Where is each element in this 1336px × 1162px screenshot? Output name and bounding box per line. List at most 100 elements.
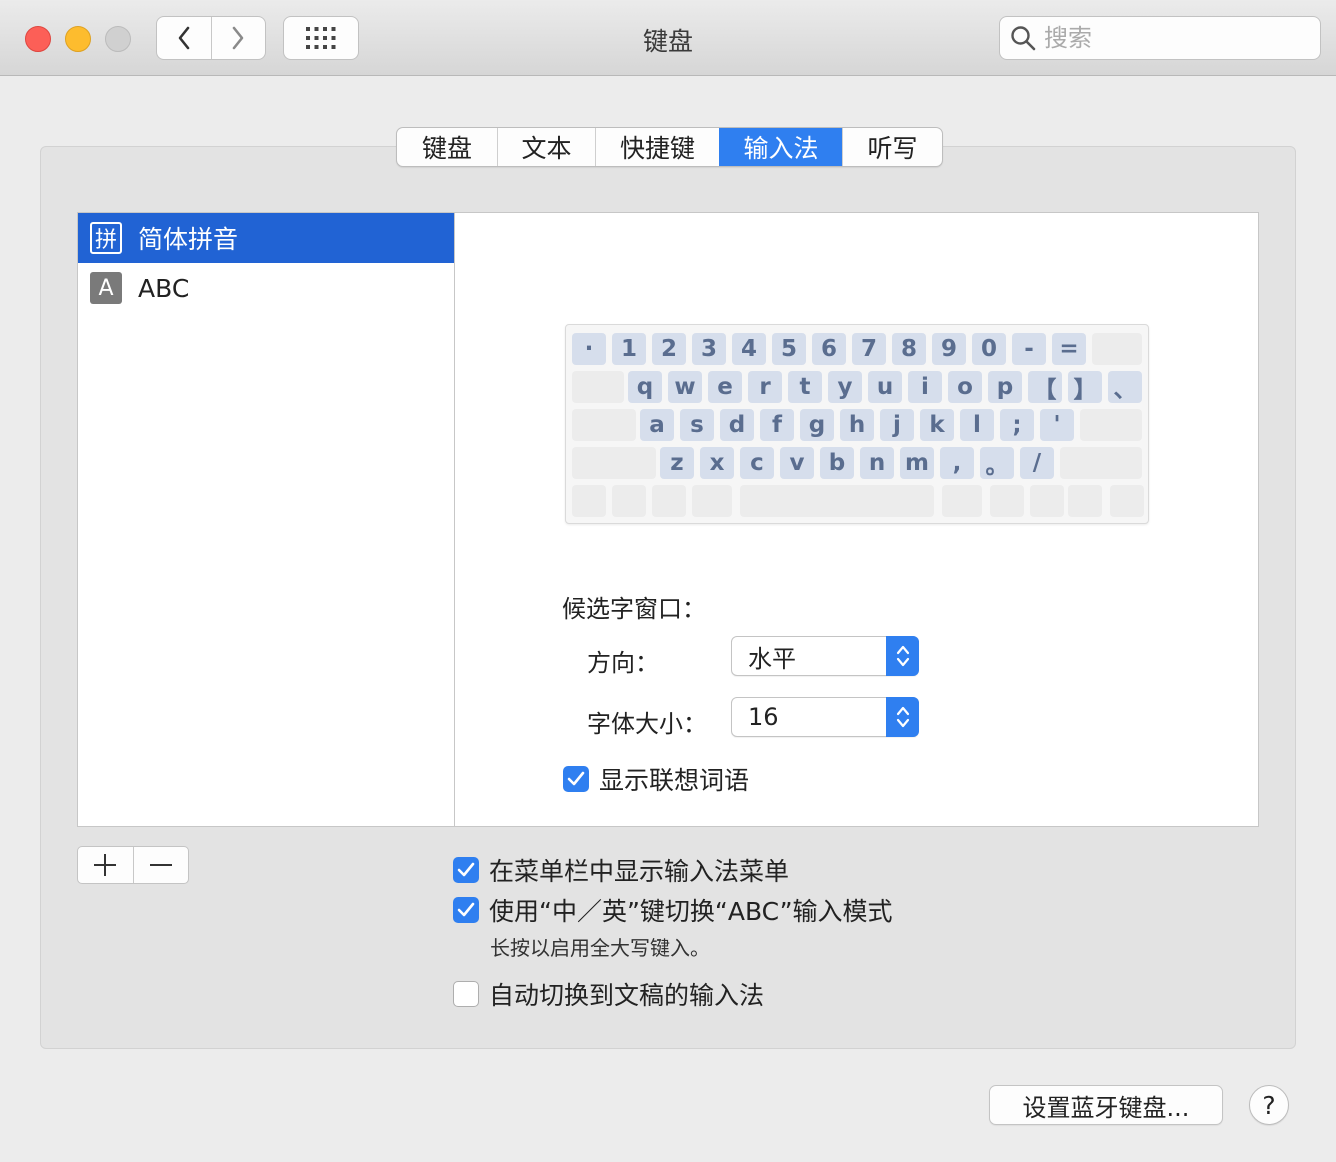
caps-note: 长按以启用全大写键入。 xyxy=(490,936,710,960)
tab-input-sources[interactable]: 输入法 xyxy=(719,128,842,166)
tab-bar: 键盘 文本 快捷键 输入法 听写 xyxy=(396,127,943,167)
keyboard-key: v xyxy=(780,447,814,479)
tab-keyboard[interactable]: 键盘 xyxy=(397,128,497,166)
checkbox-checked-icon xyxy=(563,766,589,792)
keyboard-blank-key xyxy=(990,485,1024,517)
keyboard-key: , xyxy=(940,447,974,479)
keyboard-key: 1 xyxy=(612,333,646,365)
keyboard-blank-key xyxy=(1060,447,1142,479)
keyboard-key: a xyxy=(640,409,674,441)
keyboard-key: f xyxy=(760,409,794,441)
font-size-value: 16 xyxy=(748,703,779,731)
keyboard-key: s xyxy=(680,409,714,441)
keyboard-key: 5 xyxy=(772,333,806,365)
keyboard-key: w xyxy=(668,371,702,403)
keyboard-key: 3 xyxy=(692,333,726,365)
keyboard-key: l xyxy=(960,409,994,441)
input-source-detail: · 1 2 3 4 5 6 7 8 9 0- = q w e r t y u i o p 【】、 a s d f g h j k l; ' z x c… xyxy=(455,212,1259,827)
keyboard-key: 9 xyxy=(932,333,966,365)
keyboard-key: 0 xyxy=(972,333,1006,365)
pinyin-icon: 拼 xyxy=(90,222,122,254)
keyboard-blank-key xyxy=(1080,409,1142,441)
keyboard-key: g xyxy=(800,409,834,441)
minus-icon xyxy=(149,864,172,866)
keyboard-key: t xyxy=(788,371,822,403)
abc-icon: A xyxy=(90,272,122,304)
help-button[interactable]: ? xyxy=(1249,1085,1289,1125)
keyboard-key: h xyxy=(840,409,874,441)
keyboard-key: q xyxy=(628,371,662,403)
keyboard-key: 6 xyxy=(812,333,846,365)
search-icon xyxy=(1011,26,1036,51)
keyboard-blank-key xyxy=(612,485,646,517)
caps-switch-checkbox[interactable]: 使用“中／英”键切换“ABC”输入模式 xyxy=(453,892,893,928)
font-size-popup[interactable]: 16 xyxy=(731,697,919,737)
keyboard-blank-key xyxy=(572,371,624,403)
show-menu-label: 在菜单栏中显示输入法菜单 xyxy=(489,857,790,886)
keyboard-key: 】 xyxy=(1068,371,1102,403)
show-predictions-checkbox[interactable]: 显示联想词语 xyxy=(563,761,749,797)
keyboard-key: i xyxy=(908,371,942,403)
keyboard-blank-key xyxy=(740,485,934,517)
caps-switch-label: 使用“中／英”键切换“ABC”输入模式 xyxy=(489,897,893,926)
direction-value: 水平 xyxy=(748,644,796,673)
keyboard-key: y xyxy=(828,371,862,403)
keyboard-key: 。 xyxy=(980,447,1014,479)
list-item-label: 简体拼音 xyxy=(138,225,239,254)
checkbox-checked-icon xyxy=(453,897,479,923)
title-bar: 键盘 xyxy=(0,0,1336,76)
keyboard-key: 、 xyxy=(1108,371,1142,403)
keyboard-key: = xyxy=(1052,333,1086,365)
keyboard-key: j xyxy=(880,409,914,441)
show-predictions-label: 显示联想词语 xyxy=(599,766,750,795)
keyboard-key: z xyxy=(660,447,694,479)
search-input[interactable] xyxy=(1044,24,1304,52)
keyboard-key: 7 xyxy=(852,333,886,365)
updown-arrows-icon xyxy=(886,697,919,737)
keyboard-blank-key xyxy=(572,409,636,441)
keyboard-key: o xyxy=(948,371,982,403)
keyboard-key: m xyxy=(900,447,934,479)
tab-text[interactable]: 文本 xyxy=(497,128,595,166)
list-item-abc[interactable]: A ABC xyxy=(78,263,454,313)
keyboard-key: c xyxy=(740,447,774,479)
checkbox-unchecked-icon xyxy=(453,981,479,1007)
remove-input-source-button[interactable] xyxy=(132,847,189,883)
keyboard-key: k xyxy=(920,409,954,441)
keyboard-blank-key xyxy=(942,485,982,517)
direction-popup[interactable]: 水平 xyxy=(731,636,919,676)
keyboard-key: - xyxy=(1012,333,1046,365)
keyboard-key: 2 xyxy=(652,333,686,365)
keyboard-key: ' xyxy=(1040,409,1074,441)
show-menu-checkbox[interactable]: 在菜单栏中显示输入法菜单 xyxy=(453,852,789,888)
keyboard-key: n xyxy=(860,447,894,479)
keyboard-key: r xyxy=(748,371,782,403)
search-field[interactable] xyxy=(999,16,1321,60)
keyboard-key: 8 xyxy=(892,333,926,365)
keyboard-blank-key xyxy=(652,485,686,517)
tab-dictation[interactable]: 听写 xyxy=(842,128,942,166)
keyboard-key: b xyxy=(820,447,854,479)
keyboard-key: 4 xyxy=(732,333,766,365)
keyboard-blank-key xyxy=(1110,485,1144,517)
candidate-window-label: 候选字窗口： xyxy=(562,595,706,623)
auto-switch-checkbox[interactable]: 自动切换到文稿的输入法 xyxy=(453,976,764,1012)
keyboard-layout-preview: · 1 2 3 4 5 6 7 8 9 0- = q w e r t y u i o p 【】、 a s d f g h j k l; ' z x c… xyxy=(565,324,1149,524)
setup-bluetooth-keyboard-button[interactable]: 设置蓝牙键盘... xyxy=(989,1085,1223,1125)
keyboard-key: u xyxy=(868,371,902,403)
add-input-source-button[interactable] xyxy=(78,847,133,883)
tab-shortcuts[interactable]: 快捷键 xyxy=(595,128,719,166)
keyboard-blank-key xyxy=(692,485,732,517)
list-item-pinyin[interactable]: 拼 简体拼音 xyxy=(78,213,454,263)
direction-label: 方向： xyxy=(587,649,659,677)
plus-icon xyxy=(94,854,117,876)
keyboard-key: x xyxy=(700,447,734,479)
keyboard-arrow-key xyxy=(1068,485,1102,500)
auto-switch-label: 自动切换到文稿的输入法 xyxy=(489,981,765,1010)
list-item-label: ABC xyxy=(138,273,190,303)
keyboard-key: p xyxy=(988,371,1022,403)
keyboard-blank-key xyxy=(1092,333,1142,365)
keyboard-blank-key xyxy=(572,447,656,479)
keyboard-key: ; xyxy=(1000,409,1034,441)
add-remove-control xyxy=(77,846,189,884)
